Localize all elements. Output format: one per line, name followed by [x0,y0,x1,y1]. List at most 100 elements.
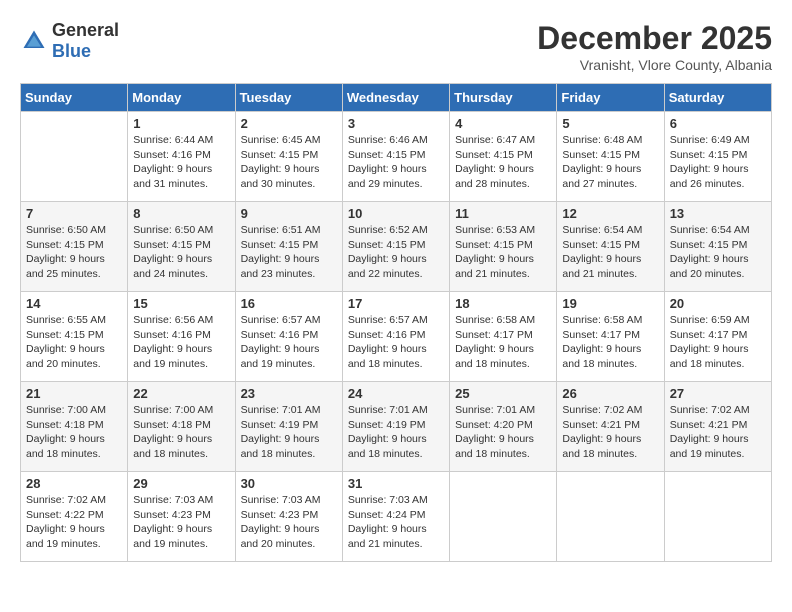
day-info: Sunrise: 6:56 AMSunset: 4:16 PMDaylight:… [133,313,229,372]
page-header: General Blue December 2025 Vranisht, Vlo… [20,20,772,73]
calendar-cell [21,112,128,202]
day-number: 6 [670,116,766,131]
day-info: Sunrise: 6:50 AMSunset: 4:15 PMDaylight:… [26,223,122,282]
day-info: Sunrise: 6:51 AMSunset: 4:15 PMDaylight:… [241,223,337,282]
day-number: 23 [241,386,337,401]
day-number: 10 [348,206,444,221]
calendar-cell: 22 Sunrise: 7:00 AMSunset: 4:18 PMDayligh… [128,382,235,472]
calendar-cell: 17 Sunrise: 6:57 AMSunset: 4:16 PMDayligh… [342,292,449,382]
day-info: Sunrise: 6:46 AMSunset: 4:15 PMDaylight:… [348,133,444,192]
day-number: 30 [241,476,337,491]
logo-blue: Blue [52,41,91,61]
day-info: Sunrise: 6:58 AMSunset: 4:17 PMDaylight:… [562,313,658,372]
day-number: 12 [562,206,658,221]
weekday-header: Wednesday [342,84,449,112]
calendar-cell [664,472,771,562]
calendar-table: SundayMondayTuesdayWednesdayThursdayFrid… [20,83,772,562]
calendar-cell [557,472,664,562]
weekday-header: Saturday [664,84,771,112]
day-info: Sunrise: 6:47 AMSunset: 4:15 PMDaylight:… [455,133,551,192]
calendar-cell [450,472,557,562]
day-number: 31 [348,476,444,491]
day-number: 13 [670,206,766,221]
day-number: 21 [26,386,122,401]
day-number: 27 [670,386,766,401]
day-info: Sunrise: 7:02 AMSunset: 4:21 PMDaylight:… [670,403,766,462]
weekday-header: Tuesday [235,84,342,112]
calendar-body: 1Sunrise: 6:44 AMSunset: 4:16 PMDaylight… [21,112,772,562]
calendar-cell: 9 Sunrise: 6:51 AMSunset: 4:15 PMDaylight… [235,202,342,292]
calendar-cell: 14Sunrise: 6:55 AMSunset: 4:15 PMDayligh… [21,292,128,382]
calendar-cell: 31Sunrise: 7:03 AMSunset: 4:24 PMDayligh… [342,472,449,562]
day-number: 14 [26,296,122,311]
day-info: Sunrise: 6:57 AMSunset: 4:16 PMDaylight:… [241,313,337,372]
day-number: 18 [455,296,551,311]
day-info: Sunrise: 6:52 AMSunset: 4:15 PMDaylight:… [348,223,444,282]
day-number: 5 [562,116,658,131]
day-info: Sunrise: 6:50 AMSunset: 4:15 PMDaylight:… [133,223,229,282]
calendar-cell: 24 Sunrise: 7:01 AMSunset: 4:19 PMDayligh… [342,382,449,472]
calendar-cell: 25Sunrise: 7:01 AMSunset: 4:20 PMDayligh… [450,382,557,472]
calendar-week-row: 14Sunrise: 6:55 AMSunset: 4:15 PMDayligh… [21,292,772,382]
day-number: 24 [348,386,444,401]
calendar-cell: 6 Sunrise: 6:49 AMSunset: 4:15 PMDaylight… [664,112,771,202]
day-info: Sunrise: 6:59 AMSunset: 4:17 PMDaylight:… [670,313,766,372]
calendar-cell: 11Sunrise: 6:53 AMSunset: 4:15 PMDayligh… [450,202,557,292]
day-info: Sunrise: 7:02 AMSunset: 4:22 PMDaylight:… [26,493,122,552]
calendar-cell: 3Sunrise: 6:46 AMSunset: 4:15 PMDaylight… [342,112,449,202]
calendar-cell: 26 Sunrise: 7:02 AMSunset: 4:21 PMDayligh… [557,382,664,472]
logo-icon [20,27,48,55]
day-info: Sunrise: 6:49 AMSunset: 4:15 PMDaylight:… [670,133,766,192]
day-number: 15 [133,296,229,311]
day-info: Sunrise: 6:57 AMSunset: 4:16 PMDaylight:… [348,313,444,372]
calendar-header: SundayMondayTuesdayWednesdayThursdayFrid… [21,84,772,112]
day-number: 7 [26,206,122,221]
calendar-cell: 20Sunrise: 6:59 AMSunset: 4:17 PMDayligh… [664,292,771,382]
calendar-cell: 29Sunrise: 7:03 AMSunset: 4:23 PMDayligh… [128,472,235,562]
day-info: Sunrise: 7:01 AMSunset: 4:19 PMDaylight:… [348,403,444,462]
day-number: 19 [562,296,658,311]
day-number: 29 [133,476,229,491]
title-block: December 2025 Vranisht, Vlore County, Al… [537,20,772,73]
calendar-week-row: 1Sunrise: 6:44 AMSunset: 4:16 PMDaylight… [21,112,772,202]
calendar-cell: 15 Sunrise: 6:56 AMSunset: 4:16 PMDayligh… [128,292,235,382]
day-number: 9 [241,206,337,221]
calendar-cell: 18 Sunrise: 6:58 AMSunset: 4:17 PMDayligh… [450,292,557,382]
day-number: 8 [133,206,229,221]
day-info: Sunrise: 7:01 AMSunset: 4:20 PMDaylight:… [455,403,551,462]
location-subtitle: Vranisht, Vlore County, Albania [537,57,772,73]
day-info: Sunrise: 6:48 AMSunset: 4:15 PMDaylight:… [562,133,658,192]
day-number: 22 [133,386,229,401]
weekday-header: Monday [128,84,235,112]
calendar-cell: 7 Sunrise: 6:50 AMSunset: 4:15 PMDaylight… [21,202,128,292]
day-info: Sunrise: 6:54 AMSunset: 4:15 PMDaylight:… [562,223,658,282]
calendar-cell: 16 Sunrise: 6:57 AMSunset: 4:16 PMDayligh… [235,292,342,382]
day-number: 16 [241,296,337,311]
day-number: 4 [455,116,551,131]
day-info: Sunrise: 7:02 AMSunset: 4:21 PMDaylight:… [562,403,658,462]
calendar-cell: 27 Sunrise: 7:02 AMSunset: 4:21 PMDayligh… [664,382,771,472]
day-info: Sunrise: 6:54 AMSunset: 4:15 PMDaylight:… [670,223,766,282]
weekday-header: Thursday [450,84,557,112]
calendar-week-row: 21 Sunrise: 7:00 AMSunset: 4:18 PMDayligh… [21,382,772,472]
calendar-cell: 10 Sunrise: 6:52 AMSunset: 4:15 PMDayligh… [342,202,449,292]
day-number: 1 [133,116,229,131]
day-number: 17 [348,296,444,311]
calendar-cell: 21 Sunrise: 7:00 AMSunset: 4:18 PMDayligh… [21,382,128,472]
day-number: 26 [562,386,658,401]
weekday-header: Sunday [21,84,128,112]
day-number: 2 [241,116,337,131]
calendar-cell: 30 Sunrise: 7:03 AMSunset: 4:23 PMDayligh… [235,472,342,562]
calendar-cell: 12 Sunrise: 6:54 AMSunset: 4:15 PMDayligh… [557,202,664,292]
calendar-cell: 8 Sunrise: 6:50 AMSunset: 4:15 PMDaylight… [128,202,235,292]
day-info: Sunrise: 7:03 AMSunset: 4:23 PMDaylight:… [241,493,337,552]
calendar-week-row: 7 Sunrise: 6:50 AMSunset: 4:15 PMDaylight… [21,202,772,292]
day-info: Sunrise: 7:00 AMSunset: 4:18 PMDaylight:… [26,403,122,462]
day-info: Sunrise: 7:01 AMSunset: 4:19 PMDaylight:… [241,403,337,462]
day-info: Sunrise: 6:58 AMSunset: 4:17 PMDaylight:… [455,313,551,372]
day-info: Sunrise: 7:00 AMSunset: 4:18 PMDaylight:… [133,403,229,462]
logo-general: General [52,20,119,40]
day-number: 28 [26,476,122,491]
calendar-week-row: 28 Sunrise: 7:02 AMSunset: 4:22 PMDayligh… [21,472,772,562]
calendar-cell: 2Sunrise: 6:45 AMSunset: 4:15 PMDaylight… [235,112,342,202]
